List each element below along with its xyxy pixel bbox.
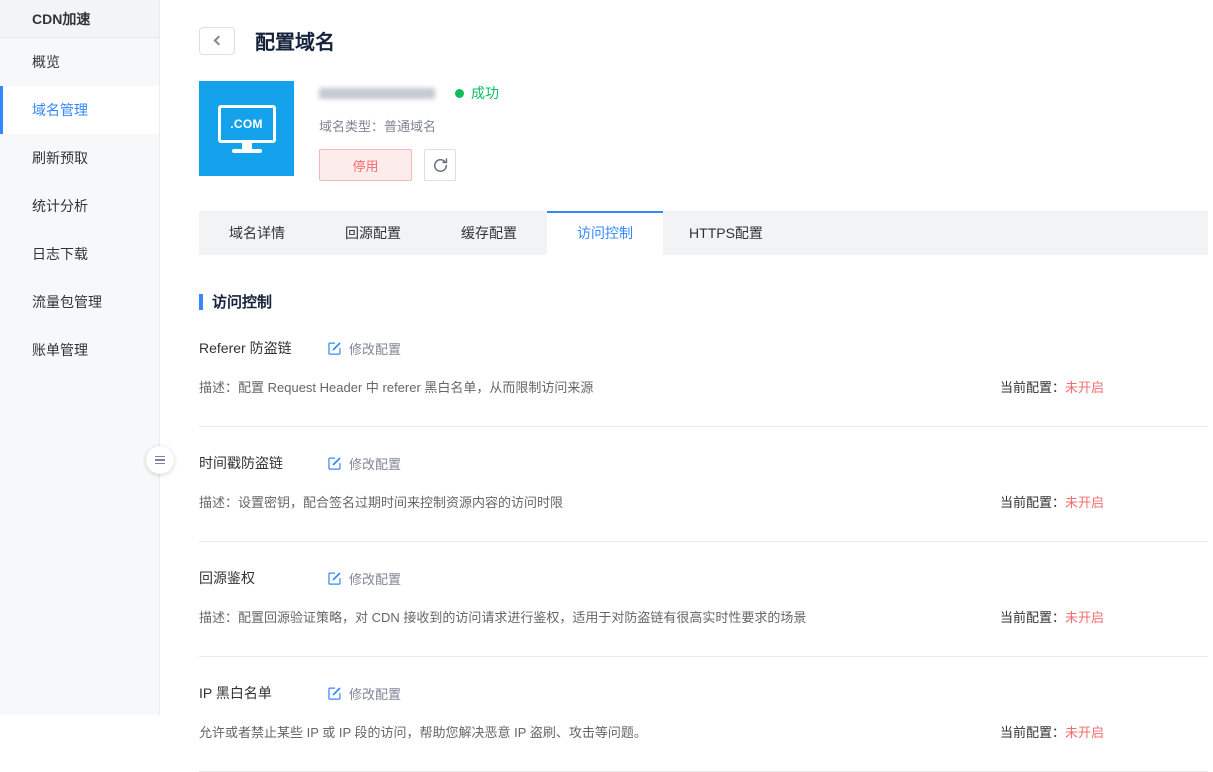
edit-config-link[interactable]: 修改配置: [327, 339, 401, 358]
status-value: 未开启: [1065, 725, 1104, 740]
sidebar-item-overview[interactable]: 概览: [0, 38, 159, 86]
tab-origin-config[interactable]: 回源配置: [315, 211, 431, 255]
sidebar-title: CDN加速: [0, 0, 159, 38]
edit-config-label: 修改配置: [349, 339, 401, 358]
current-config-status: 当前配置：未开启: [1000, 722, 1208, 741]
edit-config-link[interactable]: 修改配置: [327, 569, 401, 588]
main-content: 配置域名 .COM 成功 域名类型：普通域名 停用: [161, 0, 1213, 772]
monitor-icon: .COM: [218, 105, 276, 143]
edit-icon: [327, 571, 342, 586]
config-item-description: 允许或者禁止某些 IP 或 IP 段的访问，帮助您解决恶意 IP 盗刷、攻击等问…: [199, 722, 647, 741]
domain-card: .COM 成功 域名类型：普通域名 停用: [199, 81, 1213, 181]
sidebar-item-domain-management[interactable]: 域名管理: [0, 86, 159, 134]
section-title: 访问控制: [212, 291, 272, 312]
current-config-status: 当前配置：未开启: [1000, 377, 1208, 396]
refresh-button[interactable]: [424, 149, 456, 181]
chevron-left-icon: [214, 36, 224, 46]
tab-https-config[interactable]: HTTPS配置: [663, 211, 789, 255]
edit-icon: [327, 341, 342, 356]
config-item-title: 回源鉴权: [199, 568, 327, 588]
domain-com-icon: .COM: [199, 81, 294, 176]
tab-domain-details[interactable]: 域名详情: [199, 211, 315, 255]
section-header: 访问控制: [199, 291, 1213, 312]
sidebar-collapse-button[interactable]: [146, 446, 174, 474]
hamburger-icon: [155, 456, 165, 465]
config-item-description: 描述：配置 Request Header 中 referer 黑白名单，从而限制…: [199, 377, 593, 396]
section-accent-bar: [199, 294, 203, 310]
config-item-title: 时间戳防盗链: [199, 453, 327, 473]
refresh-icon: [432, 157, 449, 174]
edit-config-link[interactable]: 修改配置: [327, 684, 401, 703]
tab-access-control[interactable]: 访问控制: [547, 211, 663, 255]
config-item-description: 描述：设置密钥，配合签名过期时间来控制资源内容的访问时限: [199, 492, 563, 511]
tab-cache-config[interactable]: 缓存配置: [431, 211, 547, 255]
edit-config-label: 修改配置: [349, 569, 401, 588]
edit-config-link[interactable]: 修改配置: [327, 454, 401, 473]
edit-config-label: 修改配置: [349, 684, 401, 703]
sidebar: CDN加速 概览 域名管理 刷新预取 统计分析 日志下载 流量包管理 账单管理: [0, 0, 160, 715]
sidebar-item-billing[interactable]: 账单管理: [0, 326, 159, 374]
edit-config-label: 修改配置: [349, 454, 401, 473]
page-header: 配置域名: [161, 0, 1213, 55]
sidebar-item-log-download[interactable]: 日志下载: [0, 230, 159, 278]
edit-icon: [327, 686, 342, 701]
status-value: 未开启: [1065, 495, 1104, 510]
sidebar-item-traffic-package[interactable]: 流量包管理: [0, 278, 159, 326]
domain-info: 成功 域名类型：普通域名 停用: [319, 81, 499, 181]
current-config-status: 当前配置：未开启: [1000, 492, 1208, 511]
config-item-title: Referer 防盗链: [199, 338, 327, 358]
status-value: 未开启: [1065, 380, 1104, 395]
sidebar-item-statistics[interactable]: 统计分析: [0, 182, 159, 230]
config-list: Referer 防盗链 修改配置 描述：配置 Request Header 中 …: [199, 312, 1208, 772]
config-item-description: 描述：配置回源验证策略，对 CDN 接收到的访问请求进行鉴权，适用于对防盗链有很…: [199, 607, 806, 626]
config-item-title: IP 黑白名单: [199, 683, 327, 703]
page-title: 配置域名: [255, 26, 335, 55]
config-item-timestamp: 时间戳防盗链 修改配置 描述：设置密钥，配合签名过期时间来控制资源内容的访问时限…: [199, 427, 1208, 542]
domain-status: 成功: [471, 83, 499, 103]
disable-button[interactable]: 停用: [319, 149, 412, 181]
tabbar: 域名详情 回源配置 缓存配置 访问控制 HTTPS配置: [199, 211, 1208, 255]
domain-type: 域名类型：普通域名: [319, 116, 499, 135]
config-item-origin-auth: 回源鉴权 修改配置 描述：配置回源验证策略，对 CDN 接收到的访问请求进行鉴权…: [199, 542, 1208, 657]
edit-icon: [327, 456, 342, 471]
back-button[interactable]: [199, 27, 235, 55]
status-dot-icon: [455, 89, 464, 98]
status-value: 未开启: [1065, 610, 1104, 625]
config-item-referer: Referer 防盗链 修改配置 描述：配置 Request Header 中 …: [199, 312, 1208, 427]
sidebar-item-refresh-prefetch[interactable]: 刷新预取: [0, 134, 159, 182]
domain-name-redacted: [319, 88, 435, 99]
current-config-status: 当前配置：未开启: [1000, 607, 1208, 626]
